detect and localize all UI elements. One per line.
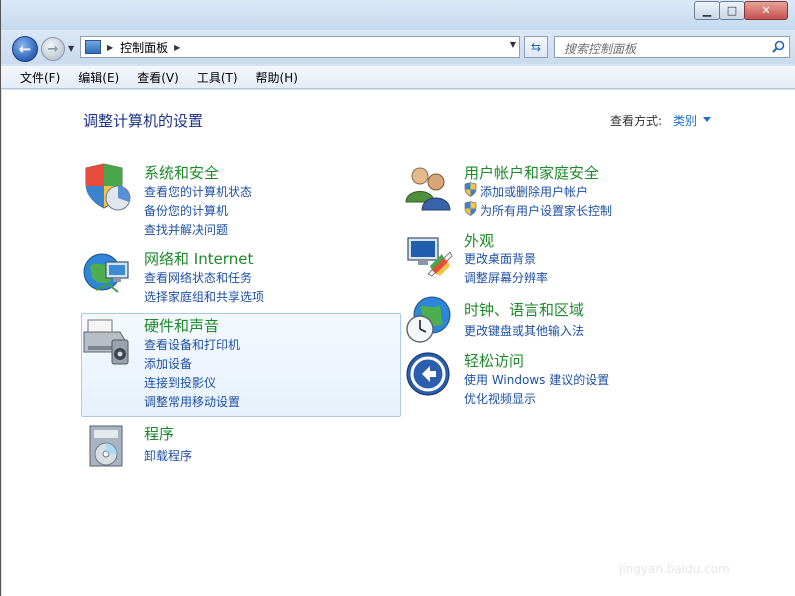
page-title: 调整计算机的设置 [83,112,204,130]
watermark: jingyan.baidu.com [619,562,730,576]
link-uninstall-program[interactable]: 卸载程序 [144,447,192,464]
view-by-label: 查看方式: [610,114,663,128]
ease-of-access-icon[interactable] [404,350,454,400]
view-by-dropdown-icon[interactable] [703,117,711,122]
maximize-icon: □ [726,4,738,17]
link-change-background[interactable]: 更改桌面背景 [464,250,536,267]
history-dropdown-icon[interactable]: ▼ [68,44,74,53]
link-mobility-settings[interactable]: 调整常用移动设置 [144,393,240,410]
breadcrumb-separator-icon[interactable]: ▶ [107,43,113,52]
link-devices-printers[interactable]: 查看设备和打印机 [144,336,240,353]
clock-globe-icon[interactable] [404,295,454,345]
breadcrumb-arrow-icon[interactable]: ▶ [174,43,180,52]
search-input[interactable]: 搜索控制面板 [554,36,790,58]
link-troubleshoot[interactable]: 查找并解决问题 [144,221,228,238]
shield-icon[interactable] [82,162,132,212]
category-user-accounts[interactable]: 用户帐户和家庭安全 [464,162,599,183]
menu-tools[interactable]: 工具(T) [188,69,247,86]
category-appearance[interactable]: 外观 [464,230,494,251]
title-bar[interactable]: ▁ □ ✕ [1,0,795,30]
menu-help[interactable]: 帮助(H) [247,69,307,86]
link-optimize-visual-display[interactable]: 优化视频显示 [464,390,536,407]
menu-edit[interactable]: 编辑(E) [69,69,128,86]
category-network-internet[interactable]: 网络和 Internet [144,248,253,269]
control-panel-window: ▁ □ ✕ ← → ▼ ▶ 控制面板 ▶ ▼ ⇆ 搜索控制面板 文件(F) 编辑… [0,0,795,596]
category-hardware-sound[interactable]: 硬件和声音 [144,315,219,336]
menu-view[interactable]: 查看(V) [128,69,188,86]
refresh-icon: ⇆ [530,40,542,54]
category-programs[interactable]: 程序 [144,423,174,444]
menu-bar: 文件(F) 编辑(E) 查看(V) 工具(T) 帮助(H) [1,66,795,89]
back-button[interactable]: ← [12,36,38,62]
search-icon[interactable] [772,40,785,53]
maximize-button[interactable]: □ [719,1,745,20]
forward-button[interactable]: → [41,37,65,61]
content-area: 调整计算机的设置 查看方式: 类别 系统和安全 查看您的计算机状态 备份您的计算… [2,90,795,596]
view-by-dropdown[interactable]: 类别 [673,112,697,129]
link-add-remove-accounts[interactable]: 添加或删除用户帐户 [480,183,588,200]
programs-icon[interactable] [86,422,136,472]
category-clock-language-region[interactable]: 时钟、语言和区域 [464,299,584,320]
appearance-icon[interactable] [404,230,454,280]
minimize-button[interactable]: ▁ [694,1,720,20]
link-add-device[interactable]: 添加设备 [144,355,192,372]
link-change-keyboard[interactable]: 更改键盘或其他输入法 [464,322,584,339]
uac-shield-icon [464,182,477,197]
category-system-security[interactable]: 系统和安全 [144,162,219,183]
users-icon[interactable] [404,162,454,212]
address-bar[interactable]: ▶ 控制面板 ▶ ▼ [80,36,520,58]
printer-speaker-icon[interactable] [82,316,132,366]
search-placeholder: 搜索控制面板 [564,42,637,56]
category-ease-of-access[interactable]: 轻松访问 [464,350,524,371]
link-backup-computer[interactable]: 备份您的计算机 [144,202,228,219]
refresh-button[interactable]: ⇆ [524,36,548,58]
forward-arrow-icon: → [47,41,59,57]
close-icon: ✕ [761,4,771,17]
link-screen-resolution[interactable]: 调整屏幕分辨率 [464,269,548,286]
link-windows-recommended-settings[interactable]: 使用 Windows 建议的设置 [464,371,609,388]
link-homegroup-sharing[interactable]: 选择家庭组和共享选项 [144,288,264,305]
link-view-computer-status[interactable]: 查看您的计算机状态 [144,183,252,200]
breadcrumb-control-panel[interactable]: 控制面板 [120,39,168,56]
caption-buttons: ▁ □ ✕ [694,1,788,20]
control-panel-icon [85,40,101,54]
link-connect-projector[interactable]: 连接到投影仪 [144,374,216,391]
link-network-status[interactable]: 查看网络状态和任务 [144,269,252,286]
link-parental-controls[interactable]: 为所有用户设置家长控制 [480,202,612,219]
back-arrow-icon: ← [18,40,32,58]
address-dropdown-icon[interactable]: ▼ [510,40,516,49]
menu-file[interactable]: 文件(F) [11,69,69,86]
minimize-icon: ▁ [702,4,712,17]
uac-shield-icon [464,201,477,216]
close-button[interactable]: ✕ [744,1,788,20]
network-globe-icon[interactable] [82,248,132,298]
